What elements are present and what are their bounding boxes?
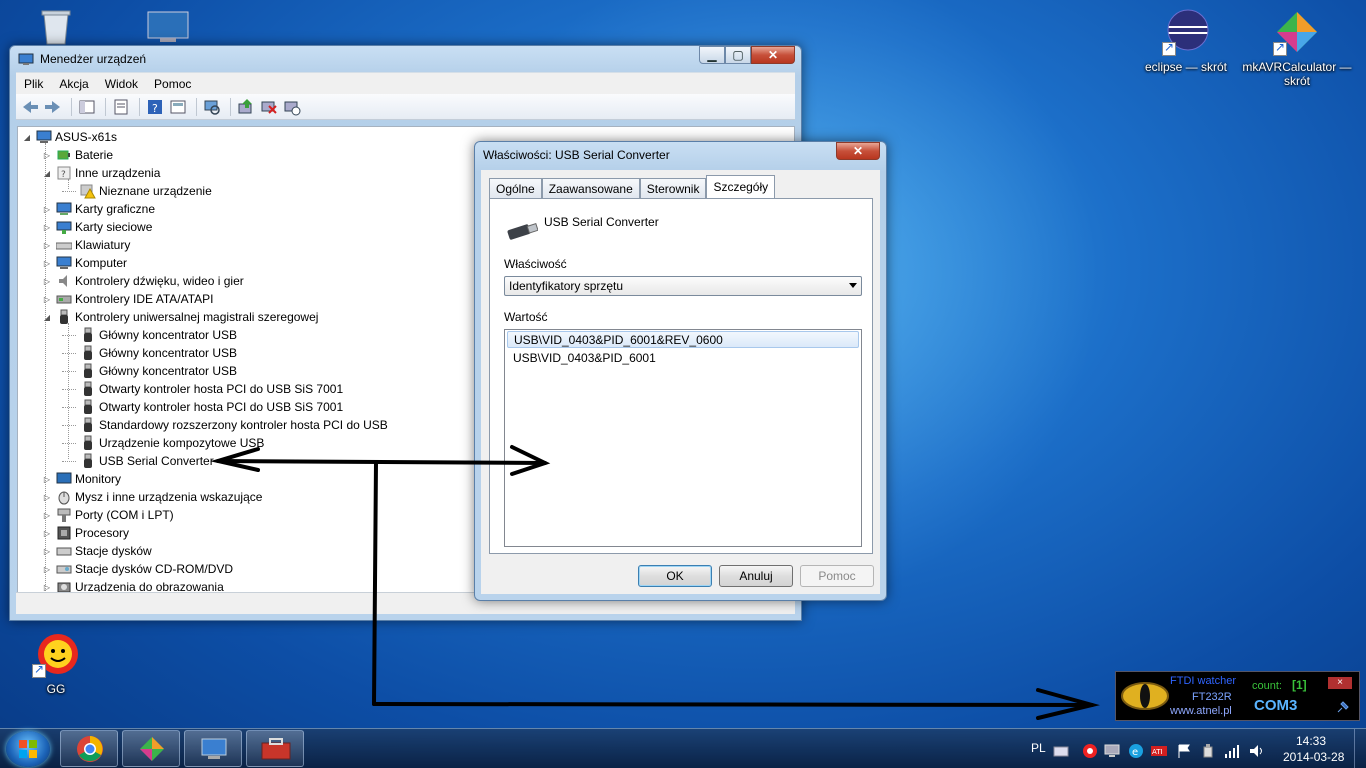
ftdi-count-label: count: — [1252, 680, 1282, 692]
signal-bars-icon[interactable] — [1224, 743, 1240, 759]
show-desktop-button[interactable] — [1354, 729, 1366, 768]
monitor-icon[interactable] — [1104, 743, 1120, 759]
taskbar-chrome[interactable] — [60, 730, 118, 767]
device-manager-icon — [201, 738, 227, 759]
cat-eye-icon — [1120, 680, 1170, 712]
ftdi-count-value: [1] — [1292, 678, 1307, 692]
start-button[interactable] — [6, 731, 50, 767]
action-center-flag-icon[interactable] — [1176, 743, 1192, 759]
svg-text:e: e — [1132, 747, 1138, 758]
keyboard-icon[interactable] — [1053, 743, 1069, 759]
ftdi-close-button[interactable]: × — [1328, 677, 1352, 689]
ftdi-port: COM3 — [1254, 697, 1298, 714]
usb-device-icon[interactable] — [1200, 743, 1216, 759]
mkavrcalculator-icon — [140, 737, 164, 761]
volume-icon[interactable] — [1248, 743, 1264, 759]
lifebuoy-icon[interactable] — [1082, 743, 1098, 759]
clock-date[interactable]: 2014-03-28 — [1283, 750, 1344, 764]
network-drive-icon[interactable]: e — [1128, 743, 1144, 759]
annotation-arrows — [210, 445, 1100, 720]
toolbox-icon — [261, 738, 291, 760]
language-indicator[interactable]: PL — [1031, 741, 1046, 755]
tab-details[interactable]: Szczegóły — [706, 175, 776, 198]
ftdi-site: www.atnel.pl — [1170, 705, 1232, 717]
clock-time[interactable]: 14:33 — [1296, 734, 1326, 748]
windows-logo-icon — [19, 740, 37, 758]
svg-text:ATI: ATI — [1152, 748, 1163, 756]
taskbar-device-manager[interactable] — [184, 730, 242, 767]
taskbar-toolbox[interactable] — [246, 730, 304, 767]
ati-icon[interactable]: ATI — [1151, 743, 1167, 759]
ftdi-title: FTDI watcher — [1170, 675, 1237, 687]
pin-icon[interactable] — [1336, 700, 1350, 714]
taskbar-mkavrcalculator[interactable] — [122, 730, 180, 767]
chrome-icon — [77, 736, 103, 762]
taskbar: PL e ATI 14:33 2014-03-28 — [0, 728, 1366, 768]
ftdi-chip: FT232R — [1192, 691, 1232, 703]
ftdi-watcher-widget[interactable]: FTDI watcher FT232R www.atnel.pl count: … — [1115, 671, 1360, 721]
